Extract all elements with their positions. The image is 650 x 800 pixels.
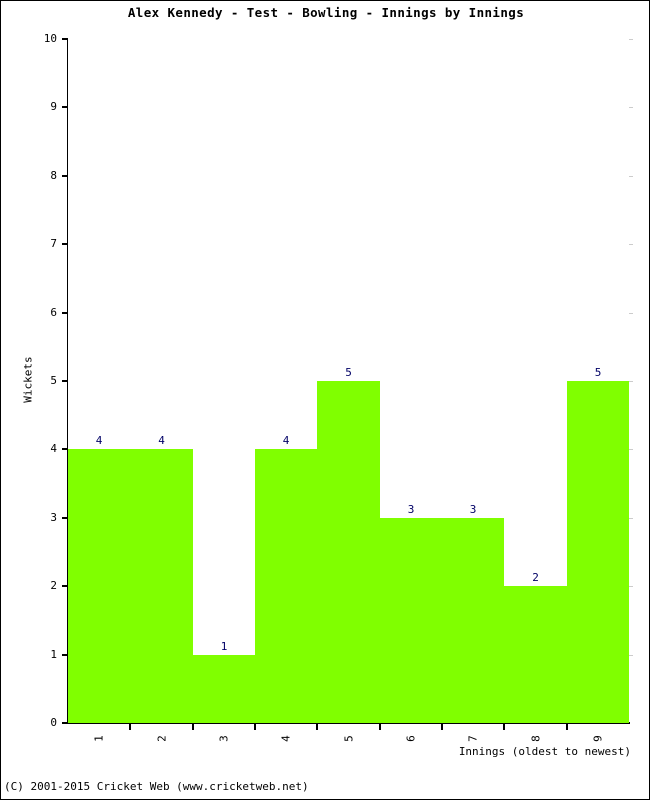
x-tick-mark [503, 724, 505, 730]
page-title: Alex Kennedy - Test - Bowling - Innings … [127, 5, 525, 20]
y-tick-label: 10 [43, 32, 57, 45]
y-tick-label: 2 [50, 579, 57, 592]
x-tick-mark [129, 724, 131, 730]
bar [255, 449, 317, 723]
bar-value-label: 5 [345, 366, 352, 379]
x-axis-title: Innings (oldest to newest) [458, 745, 631, 758]
y-tick-label: 4 [50, 442, 57, 455]
plot-area [68, 39, 629, 723]
bar-value-label: 4 [158, 434, 165, 447]
x-tick-mark [379, 724, 381, 730]
x-tick-mark [566, 724, 568, 730]
footer-copyright: (C) 2001-2015 Cricket Web (www.cricketwe… [4, 780, 309, 793]
chart-page: Alex Kennedy - Test - Bowling - Innings … [0, 0, 650, 800]
x-tick-label: 4 [279, 735, 293, 742]
bar [442, 518, 504, 723]
bar-value-label: 1 [220, 640, 228, 653]
y-tick-label: 9 [50, 100, 57, 113]
bar [130, 449, 193, 723]
y-axis-title: Wickets [21, 356, 35, 403]
y-tick-label: 3 [50, 511, 57, 524]
y-tick-label: 0 [50, 716, 57, 729]
y-tick-label: 7 [50, 237, 57, 250]
x-tick-mark [192, 724, 194, 730]
x-tick-label: 2 [155, 735, 169, 742]
bar [68, 449, 130, 723]
y-tick-label: 1 [50, 648, 57, 661]
bar-value-label: 5 [594, 366, 602, 379]
bar [380, 518, 442, 723]
bar-value-label: 2 [532, 571, 539, 584]
bar [567, 381, 629, 723]
bar-value-label: 3 [407, 503, 415, 516]
x-tick-label: 1 [92, 735, 106, 742]
x-tick-label: 3 [217, 735, 231, 742]
bar [504, 586, 567, 723]
y-tick-label: 6 [50, 306, 57, 319]
bar [317, 381, 380, 723]
x-tick-mark [316, 724, 318, 730]
bar [193, 655, 255, 723]
bar-value-label: 3 [469, 503, 477, 516]
y-tick-label: 8 [50, 169, 57, 182]
x-tick-mark [254, 724, 256, 730]
bar-value-label: 4 [282, 434, 290, 447]
x-tick-mark [441, 724, 443, 730]
bar-value-label: 4 [95, 434, 103, 447]
